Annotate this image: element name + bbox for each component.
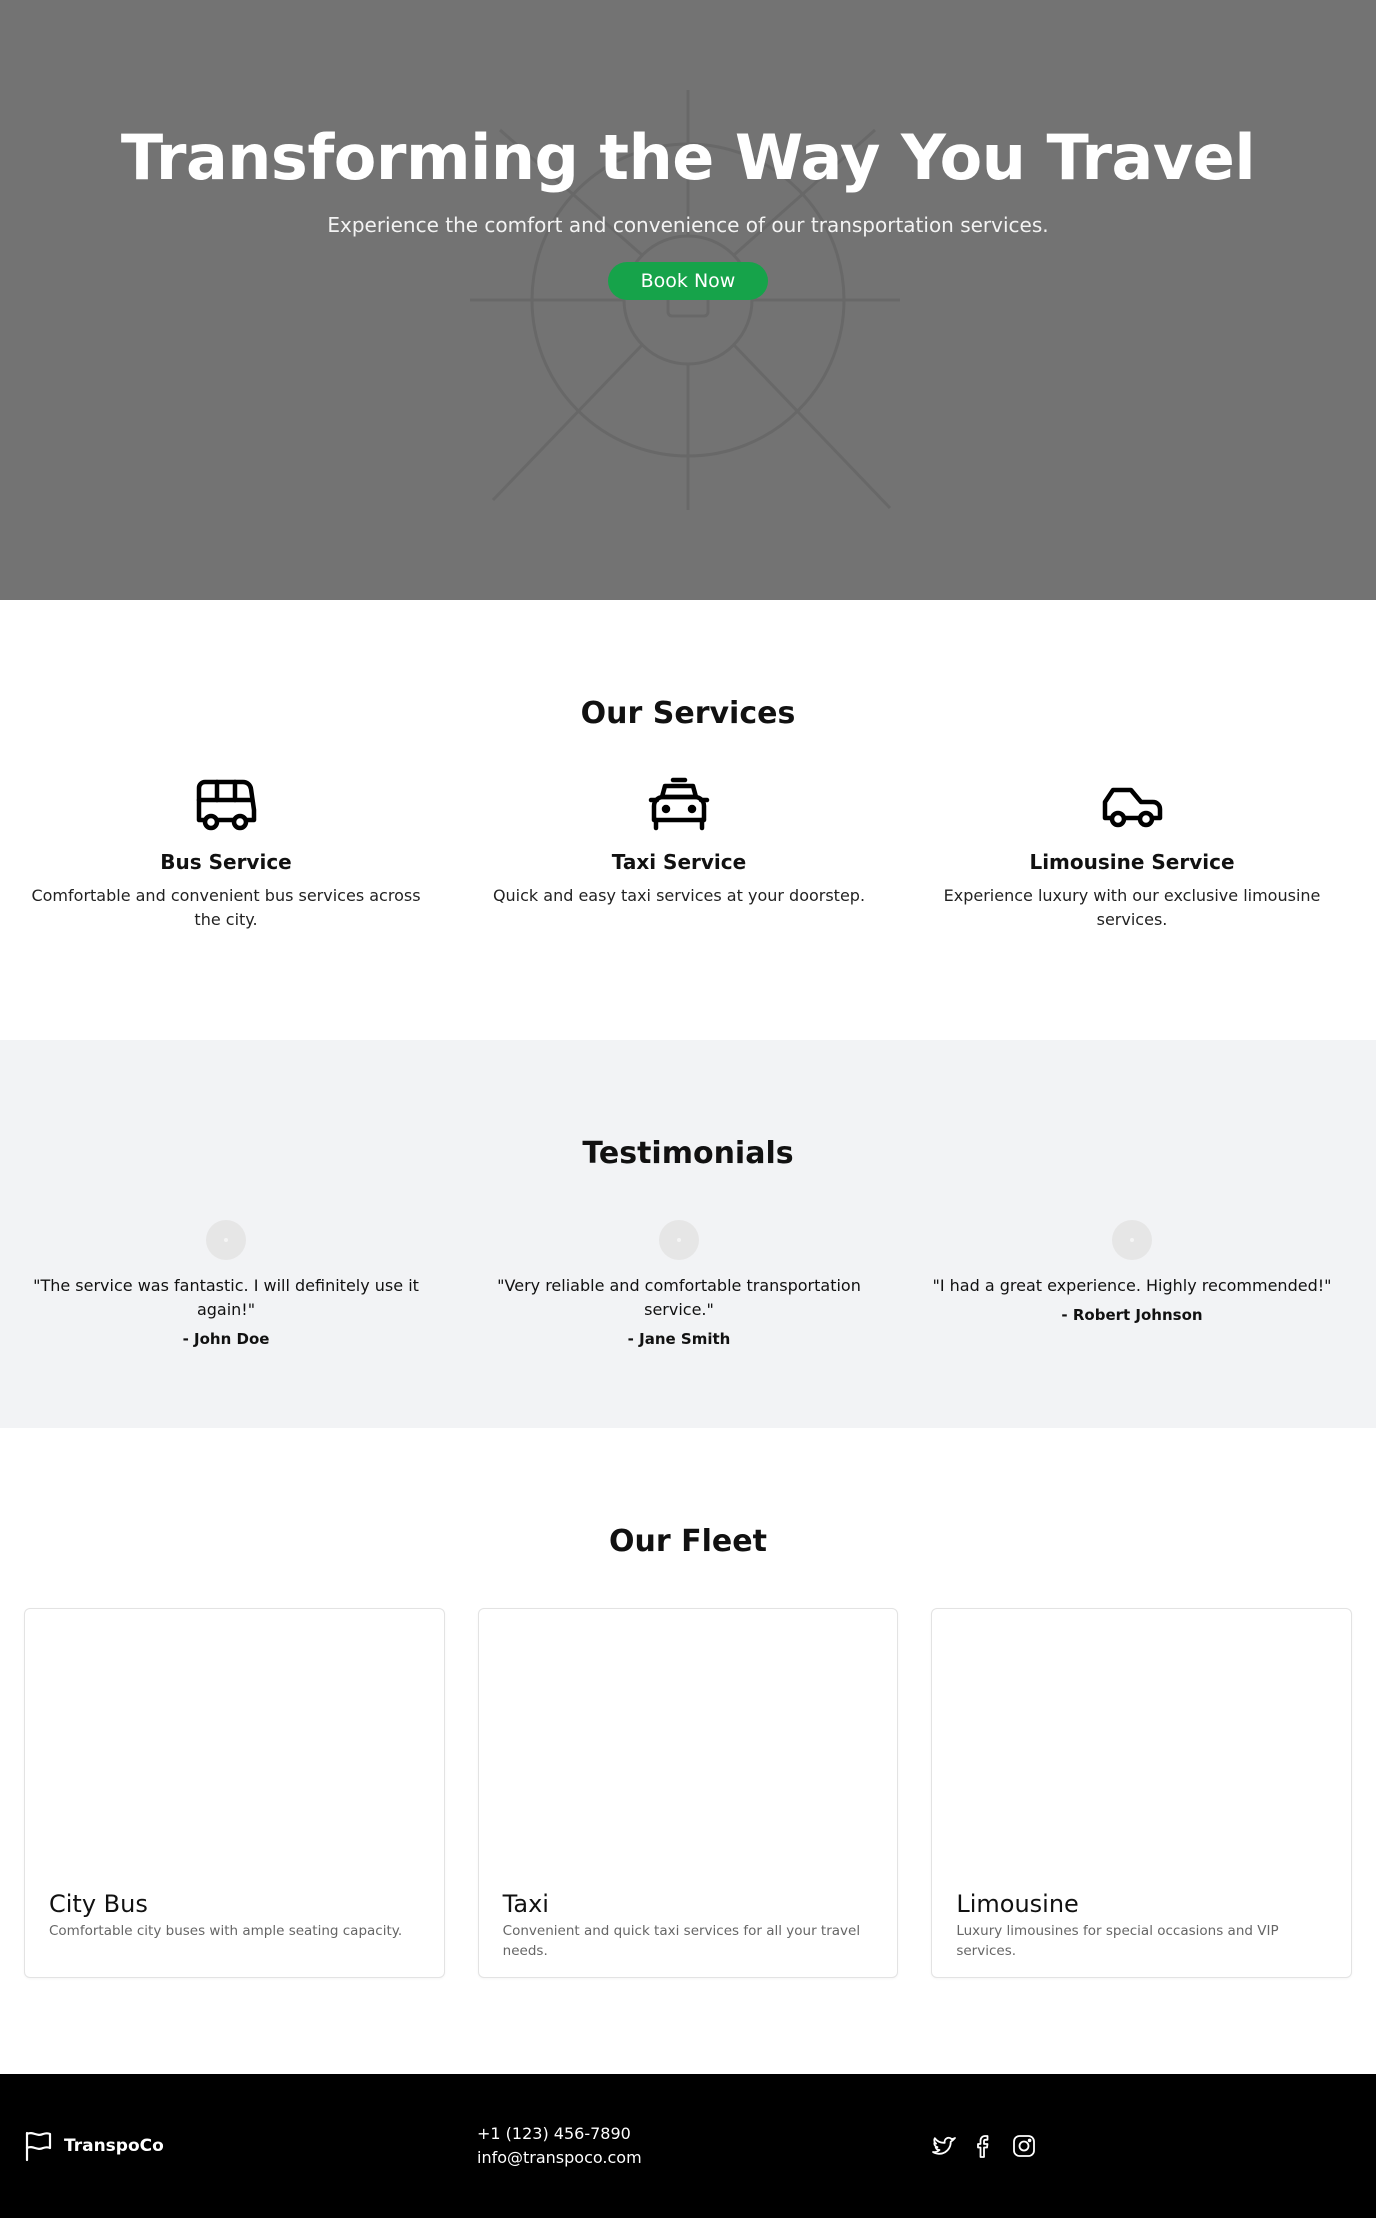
bus-icon	[196, 779, 257, 831]
testimonial-card: "I had a great experience. Highly recomm…	[926, 1220, 1338, 1350]
footer-socials	[930, 2132, 1050, 2160]
footer-contact: +1 (123) 456-7890 info@transpoco.com	[477, 2122, 642, 2170]
facebook-icon[interactable]	[970, 2132, 998, 2160]
testimonials-title: Testimonials	[582, 1136, 794, 1171]
services-title: Our Services	[580, 696, 796, 731]
contact-email[interactable]: info@transpoco.com	[477, 2146, 642, 2170]
testimonial-author: - John Doe	[182, 1330, 270, 1348]
hero-section: Transforming the Way You Travel Experien…	[0, 0, 1376, 600]
testimonial-card: "Very reliable and comfortable transport…	[473, 1220, 885, 1350]
testimonial-quote: "Very reliable and comfortable transport…	[497, 1276, 861, 1319]
testimonials-section: Testimonials "The service was fantastic.…	[0, 1040, 1376, 1428]
fleet-card-taxi[interactable]: Taxi Convenient and quick taxi services …	[477, 1608, 899, 1978]
fleet-card-description: Comfortable city buses with ample seatin…	[49, 1923, 403, 1939]
service-card-bus: Bus Service Comfortable and convenient b…	[20, 776, 432, 932]
fleet-card-limousine[interactable]: Limousine Luxury limousines for special …	[931, 1608, 1353, 1978]
fleet-card-title: City Bus	[49, 1890, 148, 1918]
service-title: Limousine Service	[1029, 850, 1235, 874]
services-grid: Bus Service Comfortable and convenient b…	[0, 776, 1376, 932]
car-icon	[1102, 787, 1163, 828]
hero-subtitle: Experience the comfort and convenience o…	[327, 213, 1049, 237]
flag-icon	[25, 2131, 52, 2162]
services-section: Our Services Bus Service Comfortable and…	[0, 600, 1376, 1040]
contact-phone[interactable]: +1 (123) 456-7890	[477, 2122, 642, 2146]
avatar	[206, 1220, 246, 1260]
fleet-card-body: Limousine Luxury limousines for special …	[956, 1889, 1327, 1961]
testimonial-card: "The service was fantastic. I will defin…	[20, 1220, 432, 1350]
fleet-card-body: Taxi Convenient and quick taxi services …	[503, 1889, 874, 1961]
book-now-button[interactable]: Book Now	[608, 262, 768, 300]
service-description: Quick and easy taxi services at your doo…	[492, 886, 866, 905]
footer: TranspoCo +1 (123) 456-7890 info@transpo…	[0, 2074, 1376, 2218]
instagram-icon[interactable]	[1010, 2132, 1038, 2160]
service-title: Bus Service	[160, 850, 292, 874]
fleet-card-description: Convenient and quick taxi services for a…	[502, 1923, 861, 1959]
fleet-card-body: City Bus Comfortable city buses with amp…	[49, 1889, 420, 1941]
fleet-card-description: Luxury limousines for special occasions …	[956, 1923, 1279, 1959]
fleet-card-title: Limousine	[956, 1890, 1079, 1918]
brand-name: TranspoCo	[64, 2136, 164, 2156]
hero-title: Transforming the Way You Travel	[120, 121, 1256, 194]
service-description: Experience luxury with our exclusive lim…	[943, 886, 1321, 929]
service-description: Comfortable and convenient bus services …	[31, 886, 421, 929]
testimonial-author: - Jane Smith	[627, 1330, 731, 1348]
fleet-section: Our Fleet City Bus Comfortable city buse…	[0, 1428, 1376, 2074]
avatar	[1112, 1220, 1152, 1260]
fleet-title: Our Fleet	[609, 1524, 767, 1559]
testimonial-quote: "The service was fantastic. I will defin…	[33, 1276, 419, 1319]
service-title: Taxi Service	[611, 850, 747, 874]
fleet-card-title: Taxi	[502, 1890, 549, 1918]
fleet-card-city-bus[interactable]: City Bus Comfortable city buses with amp…	[24, 1608, 445, 1978]
fleet-grid: City Bus Comfortable city buses with amp…	[0, 1608, 1376, 1978]
testimonials-grid: "The service was fantastic. I will defin…	[0, 1220, 1376, 1350]
footer-brand[interactable]: TranspoCo	[24, 2130, 164, 2162]
testimonial-author: - Robert Johnson	[1061, 1306, 1203, 1324]
avatar	[659, 1220, 699, 1260]
service-card-taxi: Taxi Service Quick and easy taxi service…	[473, 776, 885, 932]
twitter-icon[interactable]	[930, 2132, 958, 2160]
service-card-limousine: Limousine Service Experience luxury with…	[926, 776, 1338, 932]
hero-content: Transforming the Way You Travel Experien…	[0, 0, 1376, 300]
testimonial-quote: "I had a great experience. Highly recomm…	[932, 1276, 1332, 1295]
taxi-icon	[648, 777, 710, 831]
